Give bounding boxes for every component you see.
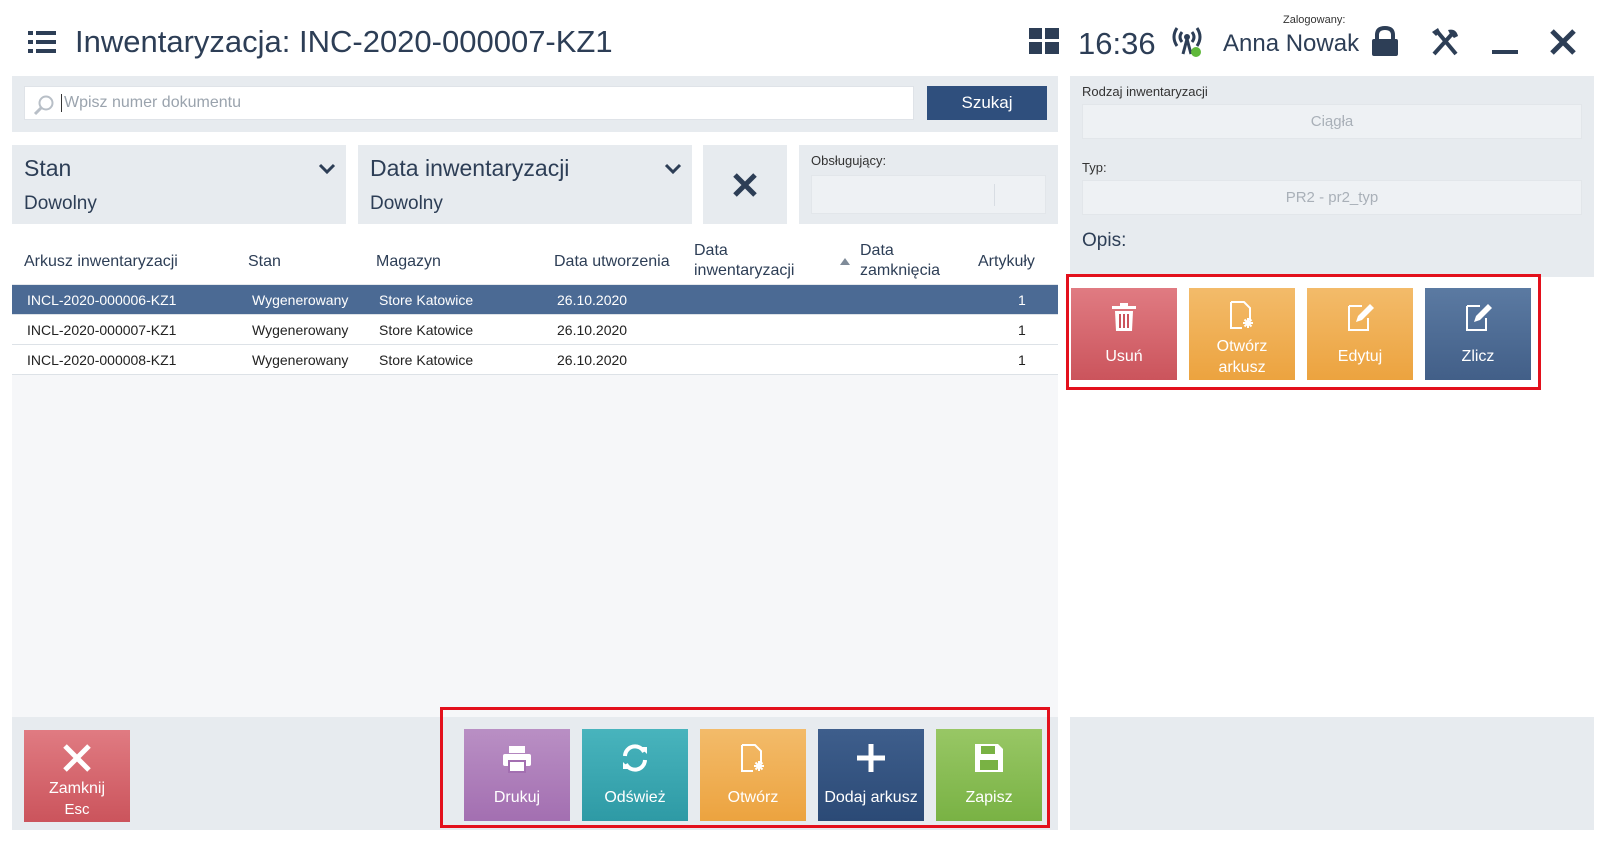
col-sheet[interactable]: Arkusz inwentaryzacji (24, 252, 178, 272)
cell-sheet: INCL-2020-000007-KZ1 (27, 322, 177, 338)
field-separator (994, 184, 995, 206)
search-button[interactable]: Szukaj (927, 86, 1047, 120)
close-app-icon[interactable] (1548, 26, 1578, 58)
description-label: Opis: (1082, 230, 1127, 251)
status-filter-value: Dowolny (24, 193, 97, 214)
col-status[interactable]: Stan (248, 252, 281, 272)
cell-status: Wygenerowany (252, 292, 349, 308)
kind-field: PR2 - pr2_typ (1082, 180, 1582, 215)
search-bar: Wpisz numer dokumentu Szukaj (12, 76, 1058, 132)
details-footer (1070, 717, 1594, 830)
col-created[interactable]: Data utworzenia (554, 252, 670, 272)
close-button-label: Zamknij (48, 780, 105, 797)
chevron-down-icon (664, 163, 682, 175)
col-items[interactable]: Artykuły (978, 252, 1035, 272)
cell-items: 1 (1018, 352, 1026, 368)
user-name[interactable]: Anna Nowak (1223, 30, 1359, 58)
search-placeholder: Wpisz numer dokumentu (64, 94, 241, 111)
highlight-frame-actions (1066, 274, 1541, 390)
inventory-type-field: Ciągła (1082, 104, 1582, 139)
cell-sheet: INCL-2020-000008-KZ1 (27, 352, 177, 368)
kind-label: Typ: (1082, 160, 1107, 175)
cell-sheet: INCL-2020-000006-KZ1 (27, 292, 177, 308)
close-button[interactable]: Zamknij Esc (24, 730, 130, 822)
cell-created: 26.10.2020 (557, 352, 628, 368)
cell-warehouse: Store Katowice (379, 292, 474, 308)
col-warehouse[interactable]: Magazyn (376, 252, 441, 272)
sort-asc-icon (840, 258, 850, 265)
col-closing-date-line1: Data (860, 242, 894, 259)
chevron-down-icon (318, 163, 336, 175)
inventory-date-filter-label: Data inwentaryzacji (370, 155, 570, 181)
status-filter-label: Stan (24, 155, 72, 181)
close-button-shortcut: Esc (64, 801, 90, 818)
page-title: Inwentaryzacja: INC-2020-000007-KZ1 (75, 24, 613, 59)
cell-items: 1 (1018, 322, 1026, 338)
table-row[interactable]: INCL-2020-000007-KZ1 Wygenerowany Store … (12, 315, 1058, 345)
inventory-type-label: Rodzaj inwentaryzacji (1082, 84, 1208, 99)
handler-field[interactable] (811, 175, 1046, 214)
cell-warehouse: Store Katowice (379, 352, 474, 368)
col-closing-date[interactable]: Data zamknięcia (860, 241, 940, 281)
col-inventory-date-line1: Data (694, 242, 728, 259)
hamburger-menu-icon[interactable] (28, 30, 56, 54)
connection-status-icon (1172, 27, 1202, 57)
highlight-frame-footer (440, 707, 1050, 828)
col-inventory-date[interactable]: Data inwentaryzacji (694, 241, 794, 281)
cell-status: Wygenerowany (252, 352, 349, 368)
table-row[interactable]: INCL-2020-000006-KZ1 Wygenerowany Store … (12, 285, 1058, 315)
cell-items: 1 (1018, 292, 1026, 308)
inventory-sheets-list: Arkusz inwentaryzacji Stan Magazyn Data … (12, 237, 1058, 717)
inventory-date-filter[interactable]: Data inwentaryzacji Dowolny (358, 145, 692, 224)
cell-warehouse: Store Katowice (379, 322, 474, 338)
clear-filters-button[interactable] (703, 145, 787, 224)
col-closing-date-line2: zamknięcia (860, 262, 941, 279)
cell-created: 26.10.2020 (557, 292, 628, 308)
text-caret (61, 94, 62, 112)
logged-in-label: Zalogowany: (1283, 14, 1346, 26)
col-inventory-date-line2: inwentaryzacji (694, 262, 795, 279)
minimize-icon[interactable] (1490, 26, 1520, 58)
table-row[interactable]: INCL-2020-000008-KZ1 Wygenerowany Store … (12, 345, 1058, 375)
handler-filter: Obsługujący: (799, 145, 1058, 224)
inventory-date-filter-value: Dowolny (370, 193, 443, 214)
details-panel: Rodzaj inwentaryzacji Ciągła Typ: PR2 - … (1070, 76, 1594, 277)
dashboard-grid-icon[interactable] (1029, 28, 1059, 54)
search-icon (33, 95, 54, 116)
cell-created: 26.10.2020 (557, 322, 628, 338)
lock-icon[interactable] (1370, 26, 1400, 58)
close-icon (63, 744, 91, 772)
close-icon (733, 172, 757, 197)
table-header: Arkusz inwentaryzacji Stan Magazyn Data … (12, 237, 1058, 285)
clock: 16:36 (1078, 26, 1156, 61)
app-header: Inwentaryzacja: INC-2020-000007-KZ1 16:3… (0, 0, 1600, 80)
cell-status: Wygenerowany (252, 322, 349, 338)
status-filter[interactable]: Stan Dowolny (12, 145, 346, 224)
search-input[interactable]: Wpisz numer dokumentu (24, 86, 914, 120)
tools-icon[interactable] (1430, 26, 1460, 58)
handler-label: Obsługujący: (811, 153, 887, 168)
